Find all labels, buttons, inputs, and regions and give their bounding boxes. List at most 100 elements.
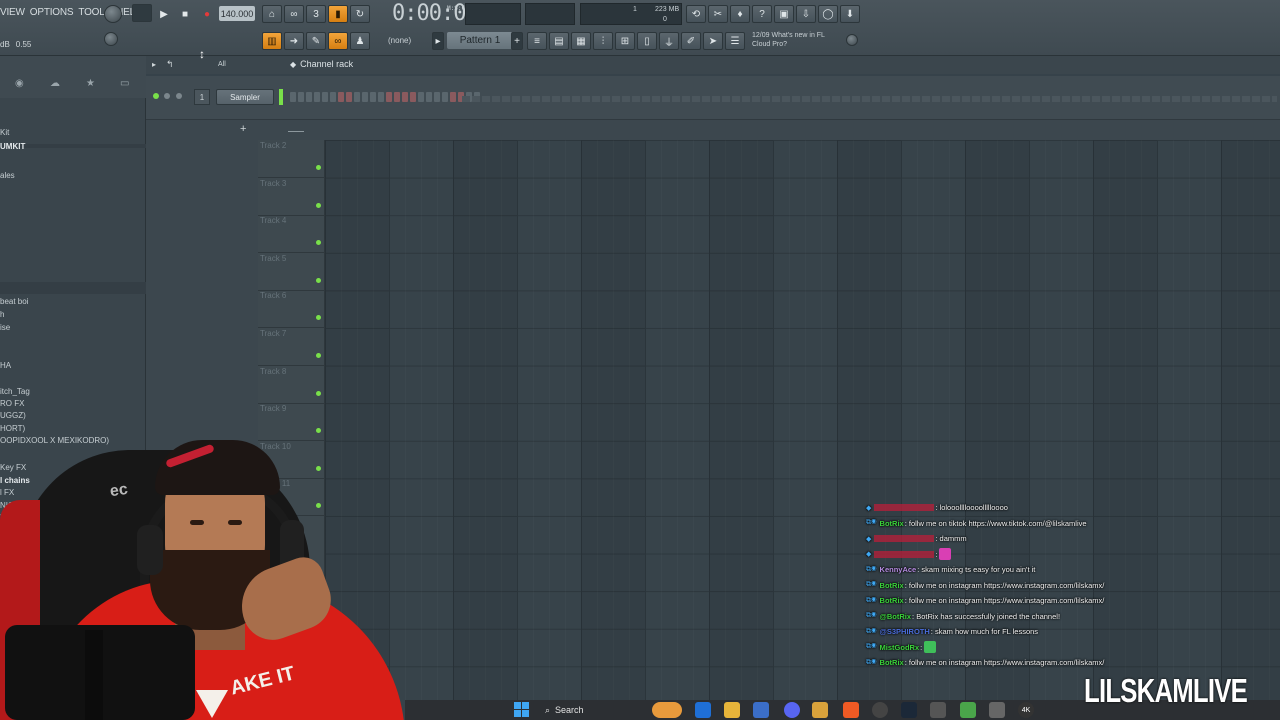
channel-rack-icon[interactable]: ▦ [571,32,591,50]
news-panel[interactable]: 12/09 What's new in FL Cloud Pro? [752,31,825,49]
track-mute-led[interactable] [316,390,321,396]
browser-item[interactable]: UMKIT [0,142,25,151]
track-mute-led[interactable] [316,202,321,208]
track-label[interactable]: Track 6 [260,291,286,300]
browser-item[interactable]: beat boi [0,297,28,306]
step-button[interactable] [298,92,304,102]
undo-icon[interactable]: ⟲ [686,5,706,23]
discord-icon[interactable] [784,702,800,718]
step-button[interactable] [354,92,360,102]
mic-icon[interactable]: ♦ [730,5,750,23]
step-button[interactable] [434,92,440,102]
snap-selector[interactable]: (none) [388,36,411,45]
channel-pan-knob[interactable] [164,93,170,99]
brave-icon[interactable] [843,702,859,718]
stamp-icon[interactable]: ♟ [350,32,370,50]
track-label[interactable]: Track 8 [260,367,286,376]
help-icon[interactable]: ? [752,5,772,23]
pencil-icon[interactable]: ✎ [306,32,326,50]
step-button[interactable] [378,92,384,102]
browser-icon[interactable]: ⊞ [615,32,635,50]
browser-item[interactable]: Kit [0,128,9,137]
playlist-icon[interactable]: ≡ [527,32,547,50]
mixer-icon[interactable]: ⫶ [593,32,613,50]
store-icon[interactable] [753,702,769,718]
track-mute-led[interactable] [316,277,321,283]
news-icon[interactable]: ☰ [725,32,745,50]
track-label[interactable]: Track 9 [260,404,286,413]
browser-item[interactable]: ales [0,171,15,180]
pattern-song-toggle[interactable] [132,4,152,22]
step-button[interactable] [370,92,376,102]
add-channel-icon[interactable]: + [240,123,246,135]
piano-keys-icon[interactable]: ▥ [262,32,282,50]
taskbar-search[interactable]: ⌕ Search [539,702,644,718]
scroll-handle[interactable] [288,131,304,132]
track-label[interactable]: Track 2 [260,141,286,150]
steam-icon[interactable] [901,702,917,718]
track-label[interactable]: Track 4 [260,216,286,225]
group-filter[interactable]: All [218,61,270,68]
step-button[interactable] [338,92,344,102]
step-button[interactable] [362,92,368,102]
step-button[interactable] [442,92,448,102]
browser-tab-icon[interactable]: ◉ [15,78,24,89]
news-close-icon[interactable] [846,34,858,46]
news-widget-icon[interactable] [652,702,682,718]
plug-icon[interactable]: ⏚ [659,32,679,50]
step-button[interactable] [346,92,352,102]
browser-item[interactable]: itch_Tag [0,387,30,396]
rack-swing-icon[interactable]: ↰ [166,59,174,70]
channel-mute-led[interactable] [153,93,159,99]
blend-notes-icon[interactable]: ▮ [328,5,348,23]
step-button[interactable] [418,92,424,102]
4k-app-icon[interactable]: 4K [1018,702,1034,718]
save-icon[interactable]: ▣ [774,5,794,23]
step-button[interactable] [322,92,328,102]
browser-item[interactable]: HA [0,361,11,370]
arrow-icon[interactable]: ➤ [703,32,723,50]
app-icon-3[interactable] [989,702,1005,718]
record-button[interactable]: ● [197,5,217,23]
arrow-right-icon[interactable]: ➜ [284,32,304,50]
metronome-icon[interactable]: ⌂ [262,5,282,23]
step-button[interactable] [450,92,456,102]
track-mute-led[interactable] [316,428,321,434]
step-button[interactable] [410,92,416,102]
channel-name-button[interactable]: Sampler [216,89,274,105]
stop-button[interactable]: ■ [175,5,195,23]
track-label[interactable]: Track 7 [260,329,286,338]
windows-start-icon[interactable] [514,702,530,718]
browser-item[interactable]: ise [0,323,10,332]
copilot-icon[interactable] [695,702,711,718]
browser-item[interactable]: RO FX [0,399,24,408]
browser-item[interactable]: h [0,310,4,319]
step-button[interactable] [290,92,296,102]
step-button[interactable] [386,92,392,102]
browser-item[interactable]: HORT) [0,424,25,433]
menu-view[interactable]: VIEW [0,7,25,18]
tempo-display[interactable]: 140.000 [219,6,255,21]
piano-roll-icon[interactable]: ▤ [549,32,569,50]
track-label[interactable]: Track 5 [260,254,286,263]
pattern-prev-arrow[interactable]: ▸ [432,32,444,50]
app-icon-2[interactable] [960,702,976,718]
master-volume-knob[interactable] [104,5,122,23]
touch-keyboard-icon[interactable]: ✐ [681,32,701,50]
app-icon[interactable] [930,702,946,718]
cut-icon[interactable]: ✂ [708,5,728,23]
master-pitch-knob[interactable] [104,32,118,46]
menu-options[interactable]: OPTIONS [30,7,74,18]
download-icon[interactable]: ⬇ [840,5,860,23]
wait-icon[interactable]: ∞ [284,5,304,23]
star-icon[interactable]: ★ [86,78,95,89]
chat-icon[interactable]: ◯ [818,5,838,23]
plugin-database-icon[interactable]: ▯ [637,32,657,50]
play-button[interactable]: ▶ [154,5,174,23]
countdown-icon[interactable]: 3 [306,5,326,23]
export-icon[interactable]: ⇩ [796,5,816,23]
track-label[interactable]: Track 3 [260,179,286,188]
folder-icon[interactable]: ▭ [120,78,129,89]
track-mute-led[interactable] [316,165,321,170]
channel-volume-knob[interactable] [176,93,182,99]
